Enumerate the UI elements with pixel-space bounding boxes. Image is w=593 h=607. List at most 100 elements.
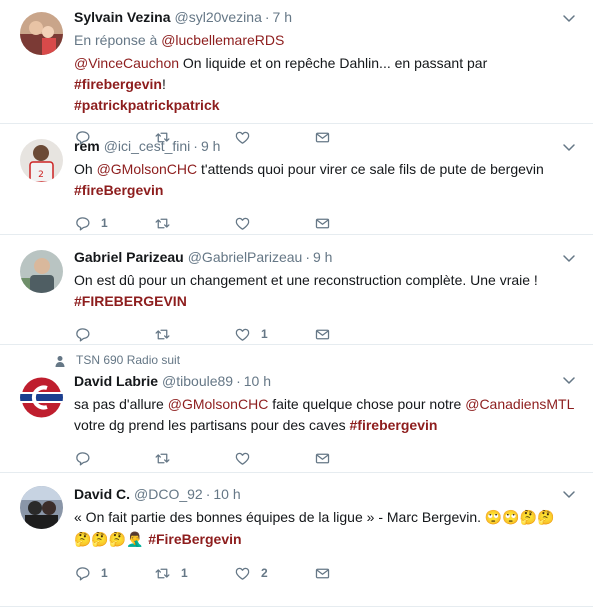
hashtag-link[interactable]: #patrickpatrickpatrick — [74, 97, 220, 113]
author-name[interactable]: David C. — [74, 485, 130, 504]
author-name[interactable]: David Labrie — [74, 372, 158, 391]
reply-count: 1 — [101, 216, 108, 230]
action-bar: 1 — [74, 324, 579, 344]
author-handle[interactable]: @ici_cest_fini — [104, 137, 191, 156]
dm-button[interactable] — [314, 450, 394, 467]
author-handle[interactable]: @tiboule89 — [162, 372, 233, 391]
like-icon — [234, 215, 251, 232]
chevron-down-icon[interactable] — [561, 139, 577, 155]
like-button[interactable]: 2 — [234, 565, 314, 582]
avatar[interactable] — [20, 486, 63, 529]
author-handle[interactable]: @GabrielParizeau — [188, 248, 303, 267]
chevron-down-icon[interactable] — [561, 10, 577, 26]
timestamp[interactable]: 9 h — [201, 137, 220, 156]
person-icon — [54, 355, 66, 367]
like-icon — [234, 326, 251, 343]
author-handle[interactable]: @syl20vezina — [175, 8, 262, 27]
svg-text:2: 2 — [38, 170, 44, 180]
mention-link[interactable]: @GMolsonCHC — [168, 396, 269, 412]
timestamp[interactable]: 10 h — [213, 485, 240, 504]
reply-button[interactable] — [74, 326, 154, 343]
timestamp[interactable]: 9 h — [313, 248, 332, 267]
dm-icon — [314, 326, 331, 343]
dm-icon — [314, 450, 331, 467]
author-handle[interactable]: @DCO_92 — [134, 485, 203, 504]
retweet-icon — [154, 215, 171, 232]
author-name[interactable]: rem — [74, 137, 100, 156]
tweet[interactable]: Gabriel Parizeau @GabrielParizeau · 9 h … — [0, 235, 593, 345]
tweet-text: @VinceCauchon On liquide et on repêche D… — [74, 53, 579, 116]
action-bar: 1 1 2 — [74, 563, 579, 583]
social-context: TSN 690 Radio suit — [74, 353, 579, 368]
separator: · — [264, 9, 270, 25]
timestamp[interactable]: 7 h — [273, 8, 292, 27]
mention-link[interactable]: @GMolsonCHC — [97, 161, 198, 177]
action-bar: 1 — [74, 213, 579, 233]
separator: · — [205, 486, 211, 502]
chevron-down-icon[interactable] — [561, 250, 577, 266]
tweet-text-segment: Oh — [74, 161, 97, 177]
tweet-text: Oh @GMolsonCHC t'attends quoi pour virer… — [74, 159, 579, 201]
avatar[interactable] — [20, 376, 63, 419]
avatar[interactable]: 2 — [20, 139, 63, 182]
hashtag-link[interactable]: #FIREBERGEVIN — [74, 293, 187, 309]
avatar[interactable] — [20, 12, 63, 55]
timestamp[interactable]: 10 h — [244, 372, 271, 391]
dm-icon — [314, 565, 331, 582]
reply-count: 1 — [101, 566, 108, 580]
like-icon — [234, 565, 251, 582]
author-name[interactable]: Sylvain Vezina — [74, 8, 171, 27]
reply-button[interactable]: 1 — [74, 215, 154, 232]
like-button[interactable]: 1 — [234, 326, 314, 343]
retweet-icon — [154, 565, 171, 582]
dm-button[interactable] — [314, 215, 394, 232]
reply-context: En réponse à @lucbellemareRDS — [74, 31, 579, 50]
tweet-text: sa pas d'allure @GMolsonCHC faite quelqu… — [74, 394, 579, 436]
tweet-text-segment: sa pas d'allure — [74, 396, 168, 412]
tweet-text: On est dû pour un changement et une reco… — [74, 270, 579, 312]
reply-to-link[interactable]: @lucbellemareRDS — [161, 32, 284, 48]
reply-icon — [74, 215, 91, 232]
hashtag-link[interactable]: #fireBergevin — [74, 182, 163, 198]
like-button[interactable] — [234, 450, 314, 467]
like-count: 1 — [261, 327, 268, 341]
hashtag-link[interactable]: #firebergevin — [74, 76, 162, 92]
retweet-count: 1 — [181, 566, 188, 580]
retweet-button[interactable]: 1 — [154, 565, 234, 582]
tweet[interactable]: David C. @DCO_92 · 10 h « On fait partie… — [0, 473, 593, 607]
dm-button[interactable] — [314, 326, 394, 343]
chevron-down-icon[interactable] — [561, 372, 577, 388]
like-icon — [234, 450, 251, 467]
tweet-text-segment: t'attends quoi pour virer ce sale fils d… — [197, 161, 544, 177]
hashtag-link[interactable]: #FireBergevin — [148, 531, 241, 547]
tweet-text: « On fait partie des bonnes équipes de l… — [74, 507, 579, 551]
like-button[interactable] — [234, 215, 314, 232]
mention-link[interactable]: @CanadiensMTL — [465, 396, 574, 412]
reply-button[interactable]: 1 — [74, 565, 154, 582]
tweet-text-segment: faite quelque chose pour notre — [268, 396, 466, 412]
social-context-text[interactable]: TSN 690 Radio suit — [76, 353, 180, 368]
emoji-group: 🙄🙄🤔🤔 — [484, 510, 555, 526]
retweet-button[interactable] — [154, 326, 234, 343]
hashtag-link[interactable]: #firebergevin — [350, 417, 438, 433]
author-name[interactable]: Gabriel Parizeau — [74, 248, 184, 267]
chevron-down-icon[interactable] — [561, 486, 577, 502]
action-bar — [74, 448, 579, 468]
mention-link[interactable]: @VinceCauchon — [74, 55, 179, 71]
reply-icon — [74, 450, 91, 467]
reply-button[interactable] — [74, 450, 154, 467]
retweet-button[interactable] — [154, 450, 234, 467]
like-count: 2 — [261, 566, 268, 580]
tweet-text-segment: ! — [161, 76, 166, 92]
tweet[interactable]: TSN 690 Radio suit David Labrie @tiboule… — [0, 345, 593, 473]
separator: · — [236, 373, 241, 389]
reply-icon — [74, 565, 91, 582]
retweet-button[interactable] — [154, 215, 234, 232]
avatar[interactable] — [20, 250, 63, 293]
emoji-group: 🤔🤔🤔🤦‍♂️ — [74, 532, 149, 548]
reply-prefix: En réponse à — [74, 32, 158, 48]
dm-button[interactable] — [314, 565, 394, 582]
retweet-icon — [154, 450, 171, 467]
tweet[interactable]: 2 rem @ici_cest_fini · 9 h Oh @GMolsonCH… — [0, 124, 593, 235]
tweet[interactable]: Sylvain Vezina @syl20vezina · 7 h En rép… — [0, 0, 593, 124]
